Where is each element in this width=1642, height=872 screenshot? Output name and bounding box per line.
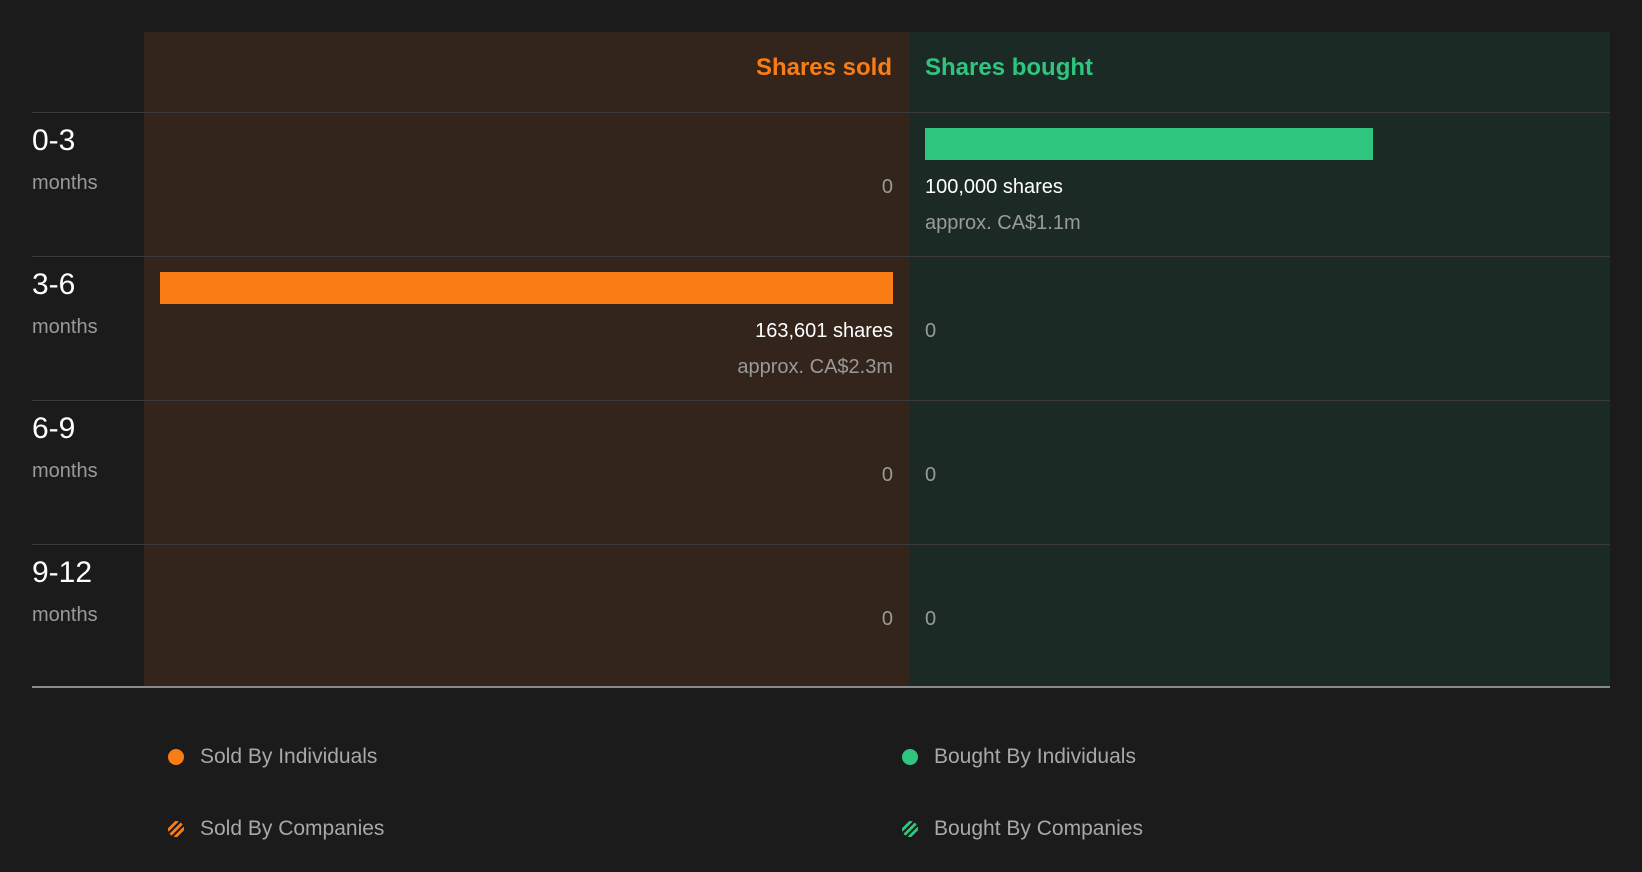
period-label: 0-3: [32, 124, 76, 157]
sold-value: 0: [881, 176, 893, 198]
legend-sold-individuals: Sold By Individuals: [168, 745, 377, 769]
bought-value: 0: [925, 320, 937, 342]
legend-label: Sold By Companies: [200, 817, 385, 840]
legend-label: Bought By Individuals: [934, 745, 1136, 768]
chart-baseline: [32, 686, 1610, 688]
sold-value: 0: [881, 608, 893, 630]
bought-approx-value: approx. CA$1.1m: [925, 212, 1081, 234]
period-unit: months: [32, 460, 98, 482]
period-label: 6-9: [32, 412, 76, 445]
orange-striped-dot-icon: [168, 821, 184, 837]
sold-value: 163,601 shares: [755, 320, 893, 342]
bought-value: 100,000 shares: [925, 176, 1063, 198]
shares-sold-header: Shares sold: [755, 54, 892, 81]
bought-value: 0: [925, 464, 937, 486]
insider-trading-chart: Shares sold Shares bought 0-3 months 0 1…: [0, 0, 1642, 700]
legend-label: Sold By Individuals: [200, 745, 378, 768]
sold-bar: [160, 272, 893, 304]
bought-bar: [925, 128, 1374, 160]
period-label: 9-12: [32, 556, 93, 589]
legend-label: Bought By Companies: [934, 817, 1143, 840]
period-label: 3-6: [32, 268, 76, 301]
shares-bought-header: Shares bought: [925, 54, 1094, 81]
period-row-6-9: 6-9 months 0 0: [0, 400, 1642, 544]
legend-sold-companies: Sold By Companies: [168, 817, 384, 841]
period-row-0-3: 0-3 months 0 100,000 shares approx. CA$1…: [0, 112, 1642, 256]
period-row-3-6: 3-6 months 163,601 shares approx. CA$2.3…: [0, 256, 1642, 400]
sold-approx-value: approx. CA$2.3m: [737, 356, 893, 378]
legend-bought-individuals: Bought By Individuals: [902, 745, 1136, 769]
orange-dot-icon: [168, 749, 184, 765]
green-striped-dot-icon: [902, 821, 918, 837]
legend-bought-companies: Bought By Companies: [902, 817, 1143, 841]
green-dot-icon: [902, 749, 918, 765]
period-unit: months: [32, 172, 98, 194]
period-unit: months: [32, 316, 98, 338]
period-row-9-12: 9-12 months 0 0: [0, 544, 1642, 688]
bought-value: 0: [925, 608, 937, 630]
sold-value: 0: [881, 464, 893, 486]
period-unit: months: [32, 604, 98, 626]
